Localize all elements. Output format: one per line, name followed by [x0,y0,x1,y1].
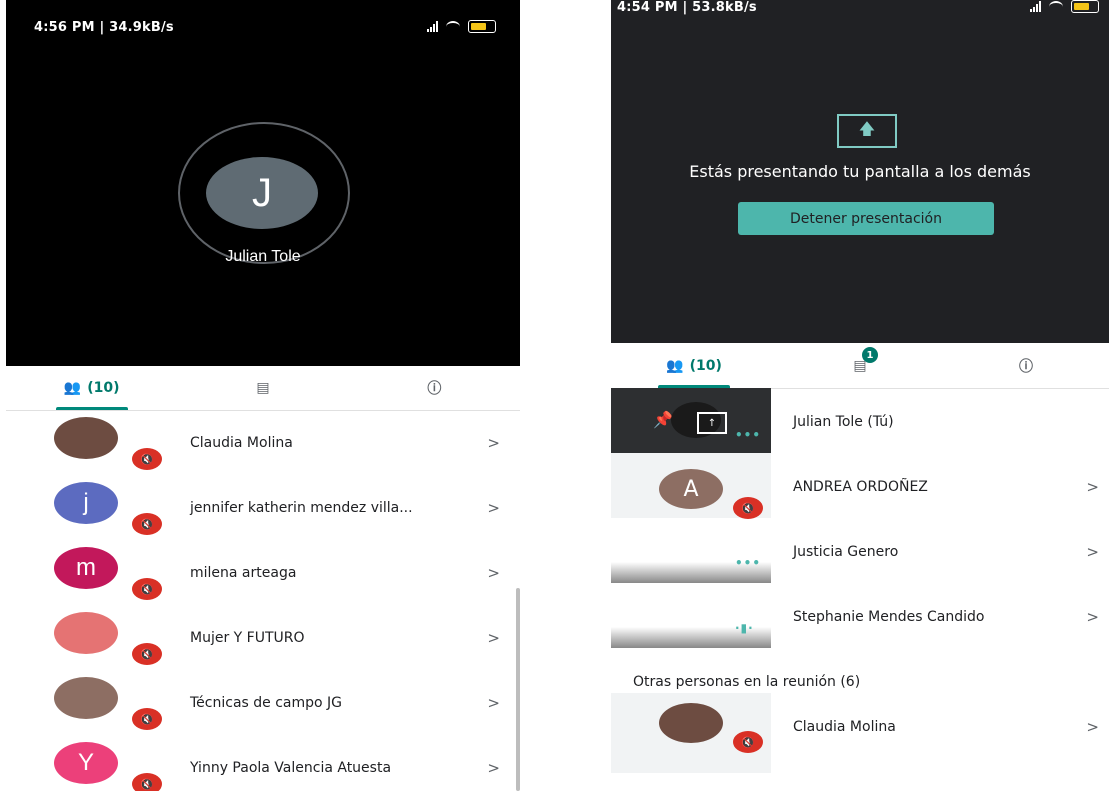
avatar: J [206,157,318,229]
participant-name: Yinny Paola Valencia Atuesta [190,759,392,776]
mic-off-icon: 🔇 [132,708,162,730]
info-icon: ⓘ [427,381,442,397]
status-icons [1030,0,1099,13]
pin-icon[interactable]: 📌 [653,410,673,429]
list-item[interactable]: 📌 ↑ ••• Julian Tole (Tú) [611,388,1109,453]
mic-off-icon: 🔇 [132,578,162,600]
list-item[interactable]: ·▮· Stephanie Mendes Candido > [611,583,1109,648]
participant-list: 🔇 Claudia Molina > j 🔇 jennifer katherin mend… [6,410,520,791]
present-screen-icon: ↑ [697,412,727,434]
participant-name: Claudia Molina [793,719,896,735]
avatar [54,612,118,654]
chat-icon: ▤ [256,380,270,396]
chevron-right-icon[interactable]: > [487,564,500,582]
chevron-right-icon[interactable]: > [1086,478,1099,496]
avatar: j [54,482,118,524]
tab-bar: 👥 (10) ▤ 1 ⓘ [611,343,1109,389]
audio-indicator: ·▮· [735,621,754,635]
chevron-right-icon[interactable]: > [487,629,500,647]
list-item[interactable]: 🔇 Mujer Y FUTURO > [6,605,520,670]
participant-name: Julian Tole (Tú) [793,414,894,430]
list-item[interactable]: 🔇 Claudia Molina > [6,410,520,475]
participant-tile: ••• [611,548,771,583]
info-icon: ⓘ [1019,358,1033,375]
wifi-icon [446,20,460,33]
people-icon: 👥 [666,357,684,374]
tab-info[interactable]: ⓘ [943,343,1109,388]
tab-chat[interactable]: ▤ [177,366,348,410]
status-time: 4:56 PM | 34.9kB/s [34,20,174,35]
mic-off-icon: 🔇 [132,513,162,535]
avatar [659,703,723,743]
mic-off-icon: 🔇 [132,773,162,791]
list-item[interactable]: j 🔇 jennifer katherin mendez villa... > [6,475,520,540]
battery-icon [1071,0,1099,13]
list-item[interactable]: A 🔇 ANDREA ORDOÑEZ > [611,453,1109,519]
tab-people[interactable]: 👥 (10) [611,343,777,388]
caller-name: Julian Tole [225,248,301,265]
participant-name: Justicia Genero [793,544,899,560]
tab-people[interactable]: 👥 (10) [6,366,177,410]
presentation-area: 4:54 PM | 53.8kB/s 🡅 Estás presentando t… [611,0,1109,343]
people-count: (10) [689,357,722,374]
others-label: Otras personas en la reunión (6) [633,674,861,690]
participant-name: Claudia Molina [190,434,293,451]
audio-indicator: ••• [735,556,762,570]
chevron-right-icon[interactable]: > [487,499,500,517]
avatar [54,417,118,459]
battery-icon [468,20,496,33]
chevron-right-icon[interactable]: > [487,759,500,777]
mic-off-icon: 🔇 [132,448,162,470]
list-item[interactable]: Y 🔇 Yinny Paola Valencia Atuesta > [6,735,520,791]
status-icons [427,20,496,33]
list-item[interactable]: ••• Justicia Genero > [611,518,1109,583]
tab-info[interactable]: ⓘ [349,366,520,410]
mic-off-icon: 🔇 [733,731,763,753]
tab-chat[interactable]: ▤ 1 [777,343,943,388]
people-icon: 👥 [63,380,82,396]
participant-name: Stephanie Mendes Candido [793,609,985,625]
chevron-right-icon[interactable]: > [1086,543,1099,561]
right-screen: 4:54 PM | 53.8kB/s 🡅 Estás presentando t… [611,0,1109,791]
signal-icon [427,21,438,32]
participant-tile: ·▮· [611,613,771,648]
tab-bar: 👥 (10) ▤ ⓘ [6,366,520,411]
chevron-right-icon[interactable]: > [487,434,500,452]
avatar: A [659,469,723,509]
list-item[interactable]: 🔇 Técnicas de campo JG > [6,670,520,735]
mic-off-icon: 🔇 [132,643,162,665]
avatar [54,677,118,719]
participant-list: 📌 ↑ ••• Julian Tole (Tú) A 🔇 ANDREA ORDO… [611,388,1109,773]
section-header: Otras personas en la reunión (6) [611,648,1109,693]
participant-name: ANDREA ORDOÑEZ [793,479,928,495]
list-item[interactable]: m 🔇 milena arteaga > [6,540,520,605]
presenting-text: Estás presentando tu pantalla a los demá… [689,162,1031,181]
chevron-right-icon[interactable]: > [487,694,500,712]
chevron-right-icon[interactable]: > [1086,608,1099,626]
avatar: Y [54,742,118,784]
participant-name: Técnicas de campo JG [190,694,343,711]
scrollbar[interactable] [516,588,520,791]
video-area: 4:56 PM | 34.9kB/s J Julian Tole [6,0,520,366]
participant-tile: A 🔇 [611,453,771,519]
wifi-icon [1049,0,1063,13]
participant-name: jennifer katherin mendez villa... [190,499,413,516]
status-time: 4:54 PM | 53.8kB/s [617,0,757,15]
chat-badge: 1 [862,347,878,363]
people-count: (10) [87,380,120,396]
participant-tile: 🔇 [611,693,771,773]
left-screen: 4:56 PM | 34.9kB/s J Julian Tole 👥 (10) … [6,0,520,791]
participant-name: milena arteaga [190,564,297,581]
self-tile: 📌 ↑ ••• [611,388,771,453]
present-screen-icon: 🡅 [837,114,897,148]
chevron-right-icon[interactable]: > [1086,718,1099,736]
audio-indicator: ••• [735,428,762,442]
list-item[interactable]: 🔇 Claudia Molina > [611,693,1109,773]
stop-presentation-button[interactable]: Detener presentación [738,202,994,235]
avatar: m [54,547,118,589]
signal-icon [1030,1,1041,12]
participant-name: Mujer Y FUTURO [190,629,305,646]
mic-off-icon: 🔇 [733,497,763,519]
